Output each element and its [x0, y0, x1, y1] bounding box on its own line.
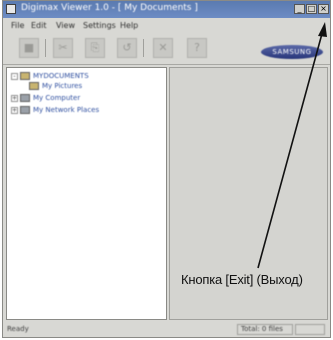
- exit-button-annotation: Кнопка [Exit] (Выход): [181, 272, 303, 287]
- annotation-arrow: [257, 22, 327, 269]
- arrow-line: [257, 29, 324, 269]
- arrow-head: [318, 22, 327, 37]
